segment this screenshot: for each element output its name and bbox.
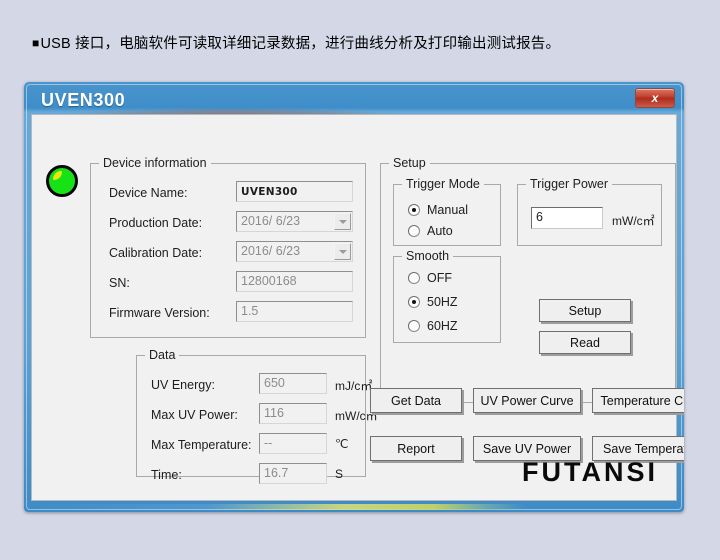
data-group-title: Data xyxy=(145,348,179,362)
application-window: UVEN300 x Device information Device Name… xyxy=(24,82,684,512)
device-information-group-title: Device information xyxy=(99,156,211,170)
radio-trigger-mode-auto[interactable]: Auto xyxy=(408,224,453,238)
trigger-power-group: Trigger Power 6 mW/c㎡ xyxy=(517,184,662,246)
page-caption: ■USB 接口，电脑软件可读取详细记录数据，进行曲线分析及打印输出测试报告。 xyxy=(32,32,560,53)
device-name-field[interactable]: UVEN300 xyxy=(236,181,353,202)
device-name-label: Device Name: xyxy=(109,186,188,200)
uv-energy-label: UV Energy: xyxy=(151,378,215,392)
max-uv-power-label: Max UV Power: xyxy=(151,408,238,422)
radio-mark-icon xyxy=(408,225,420,237)
radio-smooth-50hz[interactable]: 50HZ xyxy=(408,295,458,309)
caption-text: USB 接口，电脑软件可读取详细记录数据，进行曲线分析及打印输出测试报告。 xyxy=(40,36,560,52)
radio-smooth-50hz-label: 50HZ xyxy=(427,295,458,309)
uv-energy-field[interactable]: 650 xyxy=(259,373,327,394)
get-data-button[interactable]: Get Data xyxy=(370,388,462,413)
radio-mark-icon xyxy=(408,296,420,308)
time-field[interactable]: 16.7 xyxy=(259,463,327,484)
device-information-group: Device information Device Name: Producti… xyxy=(90,163,366,338)
radio-mark-icon xyxy=(408,272,420,284)
firmware-version-field[interactable]: 1.5 xyxy=(236,301,353,322)
radio-trigger-mode-manual[interactable]: Manual xyxy=(408,203,468,217)
close-icon: x xyxy=(652,91,659,105)
time-unit-label: S xyxy=(335,467,343,481)
status-led-indicator xyxy=(46,165,78,197)
trigger-mode-group: Trigger Mode Manual Auto xyxy=(393,184,501,246)
report-button[interactable]: Report xyxy=(370,436,462,461)
production-date-label: Production Date: xyxy=(109,216,202,230)
radio-smooth-off[interactable]: OFF xyxy=(408,271,452,285)
calibration-date-combobox[interactable]: 2016/ 6/23 xyxy=(236,241,353,262)
production-date-combobox[interactable]: 2016/ 6/23 xyxy=(236,211,353,232)
window-title: UVEN300 xyxy=(41,90,125,111)
radio-smooth-60hz[interactable]: 60HZ xyxy=(408,319,458,333)
sn-label: SN: xyxy=(109,276,130,290)
close-button[interactable]: x xyxy=(635,88,675,108)
brand-logo: FUTANSI xyxy=(522,457,658,488)
max-temperature-unit-label: ℃ xyxy=(335,437,348,451)
trigger-power-input[interactable]: 6 xyxy=(531,207,603,229)
title-bar: UVEN300 x xyxy=(31,87,677,114)
radio-mark-icon xyxy=(408,204,420,216)
trigger-mode-group-title: Trigger Mode xyxy=(402,177,484,191)
calibration-date-label: Calibration Date: xyxy=(109,246,202,260)
radio-smooth-off-label: OFF xyxy=(427,271,452,285)
radio-smooth-60hz-label: 60HZ xyxy=(427,319,458,333)
setup-group: Setup Trigger Mode Manual Auto Trigger P… xyxy=(380,163,676,403)
max-temperature-field[interactable]: -- xyxy=(259,433,327,454)
uv-energy-unit-label: mJ/c㎡ xyxy=(335,377,372,394)
radio-trigger-mode-manual-label: Manual xyxy=(427,203,468,217)
window-client-area: Device information Device Name: Producti… xyxy=(31,114,677,501)
sn-field[interactable]: 12800168 xyxy=(236,271,353,292)
max-temperature-label: Max Temperature: xyxy=(151,438,252,452)
setup-button[interactable]: Setup xyxy=(539,299,631,322)
data-group: Data UV Energy: Max UV Power: Max Temper… xyxy=(136,355,366,477)
trigger-power-group-title: Trigger Power xyxy=(526,177,612,191)
max-uv-power-field[interactable]: 116 xyxy=(259,403,327,424)
smooth-group-title: Smooth xyxy=(402,249,453,263)
chevron-down-icon[interactable] xyxy=(334,243,351,260)
radio-trigger-mode-auto-label: Auto xyxy=(427,224,453,238)
radio-mark-icon xyxy=(408,320,420,332)
production-date-value: 2016/ 6/23 xyxy=(241,214,300,228)
calibration-date-value: 2016/ 6/23 xyxy=(241,244,300,258)
setup-group-title: Setup xyxy=(389,156,430,170)
firmware-version-label: Firmware Version: xyxy=(109,306,210,320)
time-label: Time: xyxy=(151,468,182,482)
caption-bullet-icon: ■ xyxy=(32,36,39,50)
read-button[interactable]: Read xyxy=(539,331,631,354)
trigger-power-unit-label: mW/c㎡ xyxy=(612,212,655,229)
smooth-group: Smooth OFF 50HZ 60HZ xyxy=(393,256,501,343)
window-frame-glow xyxy=(24,504,684,510)
chevron-down-icon[interactable] xyxy=(334,213,351,230)
uv-power-curve-button[interactable]: UV Power Curve xyxy=(473,388,581,413)
temperature-curve-button[interactable]: Temperature Curve xyxy=(592,388,684,413)
